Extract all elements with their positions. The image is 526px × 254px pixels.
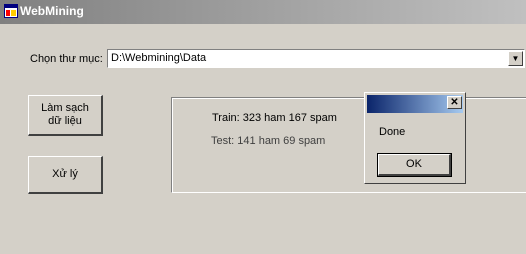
ok-button[interactable]: OK [377,153,452,177]
process-button[interactable]: Xử lý [28,156,103,194]
test-result-text: Test: 141 ham 69 spam [211,135,326,147]
dialog-message: Done [379,126,406,138]
folder-label: Chọn thư mục: [30,53,103,65]
close-icon[interactable]: ✕ [447,96,462,109]
train-result-text: Train: 323 ham 167 spam [212,112,337,124]
app-window-icon [4,4,18,18]
done-dialog: ✕ Done OK [364,92,466,184]
title-bar[interactable]: WebMining [0,0,526,24]
window-title: WebMining [20,4,84,18]
clean-data-button[interactable]: Làm sạch dữ liệu [28,95,103,136]
folder-combobox[interactable]: D:\Webmining\Data ▼ [107,49,525,68]
dropdown-arrow-icon[interactable]: ▼ [508,51,523,66]
main-window: WebMining Chọn thư mục: D:\Webmining\Dat… [0,0,526,254]
folder-path-value: D:\Webmining\Data [111,52,207,64]
